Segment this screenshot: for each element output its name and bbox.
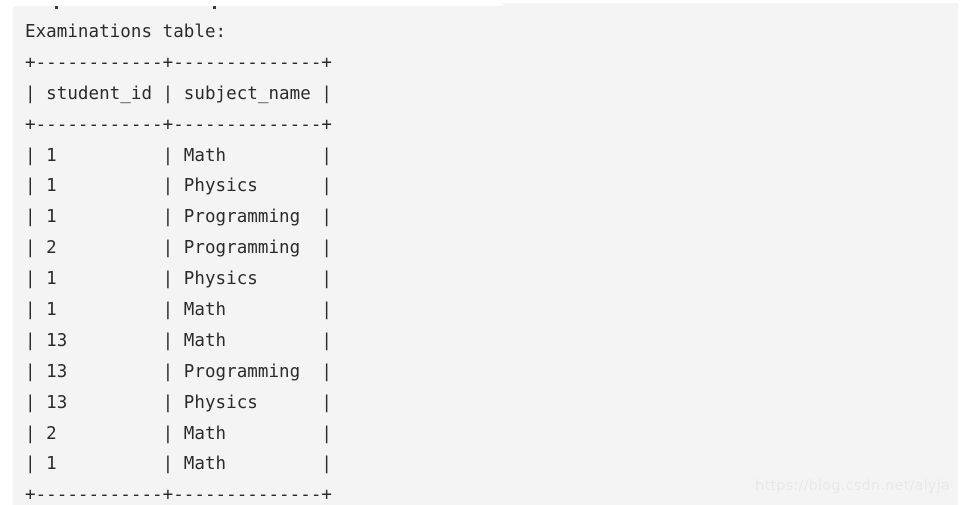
watermark: https://blog.csdn.net/alyja [755, 478, 950, 494]
screenshot-root: Examinations table: +------------+-------… [0, 0, 973, 505]
code-line-caption: Examinations table: [25, 22, 227, 42]
table-row: | 13 | Physics | [25, 392, 332, 413]
table-row: | 1 | Physics | [25, 269, 332, 290]
table-row: | 2 | Math | [25, 423, 332, 444]
clipped-glyph-remnant [55, 6, 58, 9]
table-row: | 1 | Physics | [25, 176, 332, 197]
code-line-header-row: | student_id | subject_name | [25, 83, 332, 104]
table-row: | 2 | Programming | [25, 238, 332, 259]
table-row: | 13 | Programming | [25, 361, 332, 382]
clipped-glyph-remnant [213, 6, 216, 9]
code-line-bottom-border: +------------+--------------+ [25, 485, 332, 505]
code-line-top-border: +------------+--------------+ [25, 52, 332, 73]
terminal-output[interactable]: Examinations table: +------------+-------… [13, 3, 332, 505]
table-row: | 1 | Programming | [25, 207, 332, 228]
top-scroll-gap [13, 3, 503, 6]
code-block[interactable]: Examinations table: +------------+-------… [13, 3, 958, 505]
table-row: | 1 | Math | [25, 300, 332, 321]
table-row: | 13 | Math | [25, 330, 332, 351]
table-row: | 1 | Math | [25, 454, 332, 475]
code-line-header-border: +------------+--------------+ [25, 114, 332, 135]
table-row: | 1 | Math | [25, 145, 332, 166]
